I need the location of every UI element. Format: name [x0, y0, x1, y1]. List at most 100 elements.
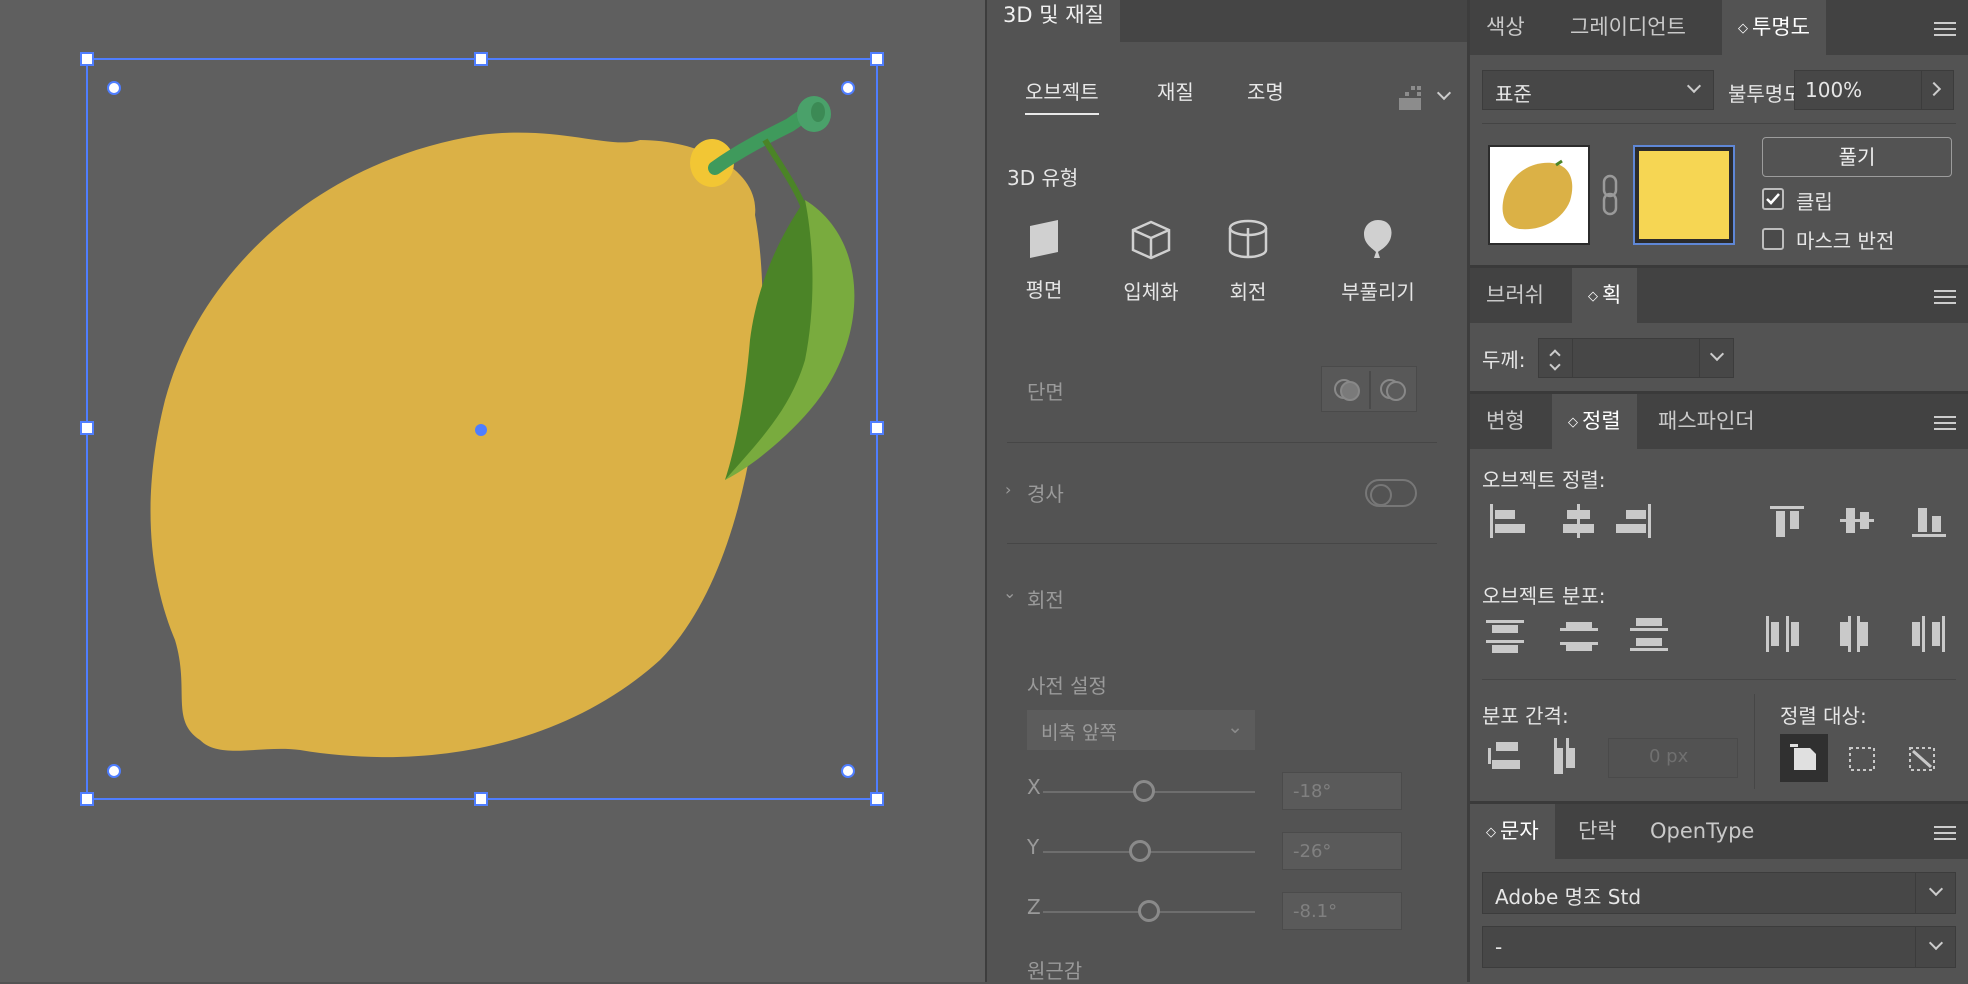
opacity-field[interactable]: 100% [1794, 70, 1954, 110]
align-top-icon[interactable] [1770, 506, 1804, 537]
release-button[interactable]: 풀기 [1762, 137, 1952, 177]
perspective-label: 원근감 [1027, 959, 1083, 983]
chevron-down-icon: ⌄ [1227, 716, 1243, 738]
distribute-vcenter-icon[interactable] [1560, 622, 1598, 651]
chevron-right-icon[interactable] [1926, 81, 1942, 97]
revolve-icon [1228, 219, 1268, 259]
type-inflate-button[interactable]: 부풀리기 [1328, 218, 1428, 305]
horizontal-spacing-icon[interactable] [1554, 738, 1575, 774]
tab-color[interactable]: 색상 [1470, 0, 1541, 55]
lemon-body [150, 132, 763, 758]
panel-3d-materials: 3D 및 재질 오브젝트 재질 조명 3D 유형 평면 입체화 회전 부풀리기 … [987, 0, 1467, 983]
distribute-right-icon[interactable] [1912, 616, 1945, 652]
align-objects-label: 오브젝트 정렬: [1482, 468, 1606, 492]
stepper-icon[interactable] [1539, 339, 1573, 377]
panel-menu-icon[interactable] [1934, 416, 1956, 430]
center-point [475, 424, 487, 436]
z-rotation-field[interactable]: -8.1° [1282, 892, 1402, 930]
align-vcenter-icon[interactable] [1840, 508, 1874, 533]
chevron-down-icon[interactable]: ⌄ [1003, 583, 1016, 602]
tab-stroke[interactable]: ◇ 획 [1572, 268, 1638, 323]
extrude-icon [1131, 220, 1171, 260]
invert-mask-checkbox[interactable] [1762, 228, 1784, 250]
font-family-dropdown[interactable]: Adobe 명조 Std [1482, 872, 1956, 914]
transparency-panel: 색상 그레이디언트 ◇ 투명도 표준 불투명도: 100% 풀기 클립 마스크 반… [1470, 0, 1968, 265]
lemon-thumbnail-icon [1502, 159, 1573, 230]
align-right-icon[interactable] [1616, 504, 1651, 538]
chevron-down-icon[interactable] [1709, 346, 1725, 362]
panel-menu-icon[interactable] [1934, 826, 1956, 840]
z-slider-knob[interactable] [1138, 900, 1160, 922]
invert-mask-label: 마스크 반전 [1796, 229, 1895, 253]
align-to-label: 정렬 대상: [1780, 704, 1867, 728]
tab-paragraph[interactable]: 단락 [1562, 804, 1633, 859]
stroke-panel: 브러쉬 ◇ 획 두께: [1470, 268, 1968, 391]
distribute-left-icon[interactable] [1766, 616, 1799, 652]
type-plane-button[interactable]: 평면 [994, 218, 1094, 303]
panel-menu-icon[interactable] [1934, 290, 1956, 304]
tab-lighting[interactable]: 조명 [1247, 76, 1284, 105]
vertical-spacing-icon[interactable] [1488, 742, 1520, 769]
lemon-artwork[interactable] [0, 0, 985, 982]
tab-character[interactable]: ◇ 문자 [1470, 804, 1555, 859]
distribute-objects-row [1486, 616, 1945, 653]
tab-opentype[interactable]: OpenType [1634, 804, 1770, 859]
spacing-buttons [1488, 738, 1575, 774]
tab-transform[interactable]: 변형 [1470, 394, 1541, 449]
align-left-icon[interactable] [1490, 504, 1525, 538]
align-to-selection-icon[interactable] [1849, 747, 1875, 771]
tab-transparency[interactable]: ◇ 투명도 [1722, 0, 1826, 55]
link-icon[interactable] [1598, 170, 1622, 220]
inflate-icon [1364, 220, 1392, 258]
cap-label: 단면 [1027, 380, 1064, 404]
cap-toggle-group[interactable] [1321, 366, 1417, 412]
distribute-spacing-label: 분포 간격: [1482, 704, 1569, 728]
clip-checkbox[interactable] [1762, 188, 1784, 210]
mask-swatch [1639, 151, 1729, 239]
distribute-hcenter-icon[interactable] [1840, 616, 1868, 652]
tab-brushes[interactable]: 브러쉬 [1470, 268, 1560, 323]
distribute-bottom-icon[interactable] [1630, 618, 1668, 651]
align-hcenter-icon[interactable] [1563, 504, 1594, 538]
rotation-section-label[interactable]: 회전 [1027, 584, 1064, 613]
align-to-row [1780, 734, 1935, 782]
y-rotation-field[interactable]: -26° [1282, 832, 1402, 870]
cap-on-icon[interactable] [1322, 367, 1418, 413]
updown-arrow-icon: ◇ [1568, 414, 1578, 430]
distribute-top-icon[interactable] [1486, 620, 1524, 653]
tab-pathfinder[interactable]: 패스파인더 [1642, 394, 1771, 449]
stroke-weight-field[interactable] [1538, 338, 1734, 378]
mask-thumbnail[interactable] [1633, 145, 1735, 245]
tab-3d-materials[interactable]: 3D 및 재질 [987, 0, 1120, 42]
chevron-down-icon [1686, 78, 1702, 94]
lemon-stem [708, 111, 807, 175]
x-rotation-field[interactable]: -18° [1282, 772, 1402, 810]
preset-dropdown[interactable]: 비축 앞쪽 ⌄ [1027, 710, 1255, 750]
artboard-canvas[interactable] [0, 0, 985, 982]
tab-gradient[interactable]: 그레이디언트 [1554, 0, 1702, 55]
blend-mode-dropdown[interactable]: 표준 [1482, 70, 1714, 110]
object-thumbnail[interactable] [1488, 145, 1590, 245]
updown-arrow-icon: ◇ [1588, 288, 1598, 304]
x-axis-label: X [1027, 775, 1041, 799]
tab-material[interactable]: 재질 [1157, 76, 1194, 105]
type-extrude-button[interactable]: 입체화 [1101, 218, 1201, 305]
3d-type-heading: 3D 유형 [1007, 166, 1079, 190]
align-bottom-icon[interactable] [1912, 508, 1946, 537]
x-slider-knob[interactable] [1133, 780, 1155, 802]
tab-align[interactable]: ◇ 정렬 [1552, 394, 1637, 449]
tab-object[interactable]: 오브젝트 [1025, 76, 1099, 115]
font-style-dropdown[interactable]: - [1482, 926, 1956, 968]
y-slider-knob[interactable] [1129, 840, 1151, 862]
updown-arrow-icon: ◇ [1738, 20, 1748, 36]
render-settings-icon[interactable] [1395, 84, 1423, 112]
chevron-right-icon[interactable]: › [1005, 480, 1011, 499]
bevel-toggle[interactable] [1365, 479, 1417, 507]
bevel-label[interactable]: 경사 [1027, 478, 1064, 507]
spacing-field[interactable]: 0 px [1608, 738, 1738, 778]
type-revolve-button[interactable]: 회전 [1198, 218, 1298, 305]
distribute-objects-label: 오브젝트 분포: [1482, 584, 1606, 608]
panel-menu-icon[interactable] [1934, 22, 1956, 36]
chevron-down-icon[interactable] [1436, 85, 1452, 101]
chevron-down-icon [1928, 881, 1944, 897]
